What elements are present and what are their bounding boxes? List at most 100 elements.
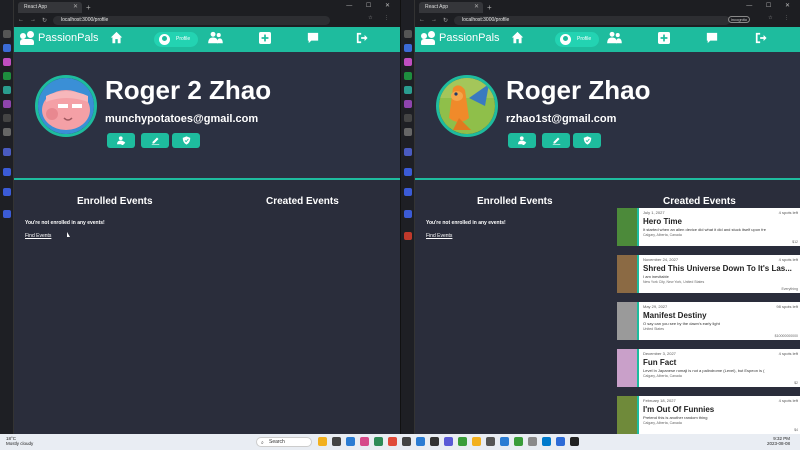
tab-icon[interactable] xyxy=(3,100,11,108)
reload-icon[interactable]: ↻ xyxy=(42,17,47,24)
tab-icon[interactable] xyxy=(404,100,412,108)
tab-icon[interactable] xyxy=(3,44,11,52)
security-button[interactable] xyxy=(172,133,200,148)
edit-profile-button[interactable] xyxy=(508,133,536,148)
app-icon[interactable] xyxy=(486,437,495,446)
system-tray-clock[interactable]: 9:32 PM 2023-08-08 xyxy=(767,436,790,446)
edit-button[interactable] xyxy=(141,133,169,148)
profile-section: Roger 2 Zhao munchypotatoes@gmail.com xyxy=(14,52,400,180)
app-icon[interactable] xyxy=(374,437,383,446)
new-tab-icon[interactable]: + xyxy=(487,2,492,13)
tab-icon[interactable] xyxy=(3,58,11,66)
tab-icon[interactable] xyxy=(3,114,11,122)
app-icon[interactable] xyxy=(388,437,397,446)
incognito-badge[interactable]: Incognito xyxy=(727,16,750,23)
app-icon[interactable] xyxy=(346,437,355,446)
app-icon[interactable] xyxy=(402,437,411,446)
tab-icon[interactable] xyxy=(404,44,412,52)
tab-icon[interactable] xyxy=(404,148,412,156)
app-icon[interactable] xyxy=(360,437,369,446)
find-events-link[interactable]: Find Events xyxy=(426,233,452,239)
window-controls[interactable]: — ☐ ✕ xyxy=(746,2,796,9)
weather-widget[interactable]: 18°C Mostly cloudy xyxy=(6,436,33,446)
tab-icon[interactable] xyxy=(404,72,412,80)
event-card[interactable]: July 1, 2027 4 spots left Hero Time It s… xyxy=(617,208,800,246)
event-spots: 4 spots left xyxy=(778,351,798,356)
add-event-icon[interactable] xyxy=(259,31,271,49)
close-tab-icon[interactable]: ✕ xyxy=(73,2,78,13)
tab-icon[interactable] xyxy=(3,188,11,196)
tab-icon[interactable] xyxy=(3,72,11,80)
app-icon[interactable] xyxy=(528,437,537,446)
tab-icon[interactable] xyxy=(404,58,412,66)
app-icon[interactable] xyxy=(416,437,425,446)
security-button[interactable] xyxy=(573,133,601,148)
tab-icon[interactable] xyxy=(3,128,11,136)
home-icon[interactable] xyxy=(110,31,123,49)
event-card[interactable]: February 18, 2027 4 spots left I'm Out O… xyxy=(617,396,800,434)
event-location: Calgary, Alberta, Canada xyxy=(643,374,682,378)
nav-profile-button[interactable]: Profile xyxy=(154,32,199,47)
window-controls[interactable]: — ☐ ✕ xyxy=(346,2,396,9)
tab-icon[interactable] xyxy=(3,168,11,176)
app-icon[interactable] xyxy=(430,437,439,446)
vertical-tab-strip xyxy=(401,0,415,434)
tab-icon[interactable] xyxy=(3,148,11,156)
app-icon[interactable] xyxy=(472,437,481,446)
edit-profile-button[interactable] xyxy=(107,133,135,148)
event-card[interactable]: May 29, 2027 98 spots left Manifest Dest… xyxy=(617,302,800,340)
tab-icon[interactable] xyxy=(404,86,412,94)
tab-icon[interactable] xyxy=(3,30,11,38)
logout-icon[interactable] xyxy=(755,31,767,49)
reload-icon[interactable]: ↻ xyxy=(443,17,448,24)
logout-icon[interactable] xyxy=(356,31,368,49)
messages-icon[interactable] xyxy=(307,31,319,49)
friends-icon[interactable] xyxy=(607,31,622,49)
browser-tab[interactable]: React App ✕ xyxy=(419,2,483,13)
event-title: I'm Out Of Funnies xyxy=(643,405,715,414)
event-card[interactable]: November 24, 2027 4 spots left Shred Thi… xyxy=(617,255,800,293)
tab-icon[interactable] xyxy=(3,86,11,94)
taskbar-search[interactable]: ⌕ Search xyxy=(256,437,312,447)
app-icon[interactable] xyxy=(500,437,509,446)
url-input[interactable]: localhost:3000/profile xyxy=(53,15,330,25)
tab-icon[interactable] xyxy=(404,188,412,196)
toolbar-icons[interactable]: ☆ ⋮ xyxy=(768,15,794,21)
forward-icon[interactable]: → xyxy=(30,17,36,23)
tab-icon[interactable] xyxy=(404,30,412,38)
empty-enrolled-message: You're not enrolled in any events! xyxy=(25,220,105,226)
tab-icon[interactable] xyxy=(404,210,412,218)
home-icon[interactable] xyxy=(511,31,524,49)
friends-icon[interactable] xyxy=(208,31,223,49)
forward-icon[interactable]: → xyxy=(431,17,437,23)
event-card[interactable]: December 3, 2027 4 spots left Fun Fact L… xyxy=(617,349,800,387)
app-icon[interactable] xyxy=(458,437,467,446)
nav-profile-button[interactable]: Profile xyxy=(555,32,600,47)
tab-icon[interactable] xyxy=(404,232,412,240)
edit-button[interactable] xyxy=(542,133,570,148)
app-icon[interactable] xyxy=(318,437,327,446)
messages-icon[interactable] xyxy=(706,31,718,49)
app-icon[interactable] xyxy=(542,437,551,446)
close-tab-icon[interactable]: ✕ xyxy=(474,2,479,13)
tab-icon[interactable] xyxy=(3,210,11,218)
app-icon[interactable] xyxy=(514,437,523,446)
tab-icon[interactable] xyxy=(404,128,412,136)
url-input[interactable]: localhost:3000/profile xyxy=(454,15,730,25)
browser-tab[interactable]: React App ✕ xyxy=(18,2,82,13)
tab-icon[interactable] xyxy=(404,114,412,122)
brand-logo[interactable]: PassionPals xyxy=(20,31,99,45)
find-events-link[interactable]: Find Events xyxy=(25,233,51,239)
app-icon[interactable] xyxy=(444,437,453,446)
app-icon[interactable] xyxy=(556,437,565,446)
app-icon[interactable] xyxy=(332,437,341,446)
back-icon[interactable]: ← xyxy=(18,17,24,23)
new-tab-icon[interactable]: + xyxy=(86,2,91,13)
back-icon[interactable]: ← xyxy=(419,17,425,23)
brand-logo[interactable]: PassionPals xyxy=(421,31,500,45)
add-event-icon[interactable] xyxy=(658,31,670,49)
tab-icon[interactable] xyxy=(404,168,412,176)
app-icon[interactable] xyxy=(570,437,579,446)
toolbar-icons[interactable]: ☆ ⋮ xyxy=(368,15,394,21)
event-date: July 1, 2027 xyxy=(643,210,665,215)
